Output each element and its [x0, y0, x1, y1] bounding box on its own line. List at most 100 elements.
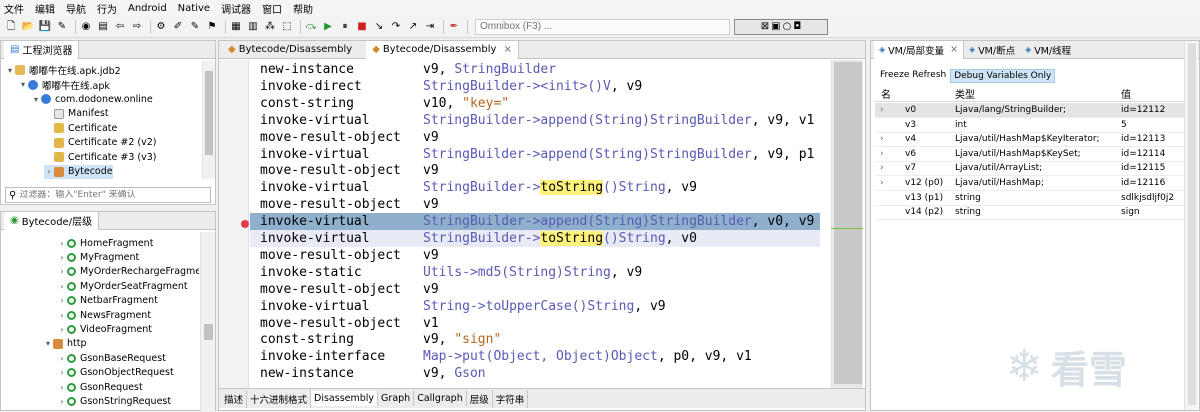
code-line[interactable]: invoke-static Utils->md5(String)String, v…	[250, 264, 820, 281]
variable-value[interactable]: 5	[1121, 118, 1183, 133]
col-name[interactable]: 名	[881, 88, 891, 103]
project-tree[interactable]: ▾ 嘟嘟牛在线.apk.jdb2 ▾ 嘟嘟牛在线.apk ▾ com.dodonew.on…	[1, 61, 201, 179]
chevron-right-icon[interactable]: ›	[57, 368, 67, 377]
code-line[interactable]: move-result-object v1	[250, 315, 820, 332]
menu-6[interactable]: 调试器	[221, 1, 251, 16]
tab-project-explorer[interactable]: ▤ 工程浏览器	[4, 40, 80, 59]
expand-chevron-icon[interactable]: ›	[880, 161, 884, 176]
bottom-tab-5[interactable]: 层级	[467, 389, 493, 408]
type-reference[interactable]: StringBuilder->append(String)StringBuild…	[423, 214, 752, 229]
code-line[interactable]: invoke-virtual StringBuilder->append(Stri…	[250, 146, 820, 163]
vm-scrollbar[interactable]	[1184, 41, 1198, 410]
comment-icon[interactable]: ✎	[188, 20, 202, 34]
col-type[interactable]: 类型	[955, 88, 975, 103]
project-tree-item[interactable]: Manifest	[44, 107, 109, 121]
project-tree-scrollbar[interactable]	[202, 61, 215, 179]
hierarchy-tree-item[interactable]: › GsonObjectRequest	[57, 366, 173, 380]
menu-3[interactable]: 行为	[97, 1, 117, 16]
globe-icon[interactable]: ◉	[79, 20, 93, 34]
bottom-tab-callgraph[interactable]: Callgraph	[414, 391, 467, 406]
variable-value[interactable]: id=12116	[1121, 176, 1183, 191]
type-reference[interactable]: ()String	[603, 231, 666, 246]
chevron-right-icon[interactable]: ›	[57, 397, 67, 406]
open-file-icon[interactable]: 📂	[21, 20, 35, 34]
scrollbar-thumb[interactable]	[1188, 43, 1196, 405]
expand-chevron-icon[interactable]: ›	[880, 147, 884, 162]
step-into-icon[interactable]: ↘	[372, 20, 386, 34]
vm-variable-row[interactable]: › v12 (p0) Ljava/util/HashMap; id=12116	[875, 176, 1195, 191]
vm-table-body[interactable]: › v0 Ljava/lang/StringBuilder; id=12112 v3 in…	[875, 103, 1195, 363]
code-line[interactable]: move-result-object v9	[250, 281, 820, 298]
variable-value[interactable]: id=12115	[1121, 161, 1183, 176]
step-over-icon[interactable]: ↷	[389, 20, 403, 34]
filter-box[interactable]: ⚲	[5, 187, 211, 203]
type-reference[interactable]: Map->put(Object, Object)Object	[423, 349, 658, 364]
code-line[interactable]: invoke-virtual StringBuilder->toString()S…	[250, 230, 820, 247]
variable-value[interactable]: id=12113	[1121, 132, 1183, 147]
circle-icon[interactable]: ○	[783, 21, 792, 32]
tab-vm-1[interactable]: ◈ VM/断点	[964, 41, 1020, 59]
menu-1[interactable]: 编辑	[35, 1, 55, 16]
menu-native[interactable]: Native	[178, 3, 210, 14]
expand-chevron-icon[interactable]: ›	[880, 132, 884, 147]
project-tree-item[interactable]: ▾ 嘟嘟牛在线.apk	[18, 78, 110, 92]
hierarchy-tree-item[interactable]: › MyFragment	[57, 250, 139, 264]
stop-icon[interactable]: ■	[355, 20, 369, 34]
project-tree-item[interactable]: ▾ com.dodonew.online	[31, 92, 153, 106]
menu-7[interactable]: 窗口	[262, 1, 282, 16]
project-tree-item[interactable]: ▾ 嘟嘟牛在线.apk.jdb2	[5, 63, 121, 77]
chevron-right-icon[interactable]: ›	[57, 282, 67, 291]
code-line[interactable]: move-result-object v9	[250, 247, 820, 264]
type-reference[interactable]: String->toUpperCase()String	[423, 299, 634, 314]
scrollbar-thumb[interactable]	[205, 71, 213, 155]
type-reference[interactable]: StringBuilder->	[423, 231, 540, 246]
filter-input[interactable]	[19, 190, 200, 200]
code-line[interactable]: move-result-object v9	[250, 196, 820, 213]
chevron-right-icon[interactable]: ›	[57, 239, 67, 248]
code-line[interactable]: new-instance v9, Gson	[250, 365, 820, 382]
scrollbar-thumb[interactable]	[204, 324, 213, 340]
chevron-right-icon[interactable]: ›	[57, 253, 67, 262]
bottom-tab-disassembly[interactable]: Disassembly	[311, 391, 379, 406]
menu-8[interactable]: 帮助	[293, 1, 313, 16]
hierarchy-tree-item[interactable]: › GsonStringRequest	[57, 394, 171, 408]
vm-variable-row[interactable]: v14 (p2) string sign	[875, 205, 1195, 221]
code-line[interactable]: invoke-virtual StringBuilder->append(Stri…	[250, 112, 820, 129]
code-line[interactable]: invoke-interface Map->put(Object, Object)…	[250, 348, 820, 365]
decompile-icon[interactable]: ⚑	[205, 20, 219, 34]
graph-icon[interactable]: ⬚	[280, 20, 294, 34]
new-file-icon[interactable]: 🗋	[4, 20, 18, 34]
project-tree-item[interactable]: Certificate	[44, 121, 117, 135]
bottom-tab-6[interactable]: 字符串	[493, 389, 529, 408]
variable-value[interactable]: id=12112	[1121, 103, 1183, 118]
chevron-down-icon[interactable]: ▾	[18, 80, 28, 89]
chevron-right-icon[interactable]: ›	[57, 354, 67, 363]
menu-2[interactable]: 导航	[66, 1, 86, 16]
hierarchy-tree-item[interactable]: › GsonBaseRequest	[57, 351, 165, 365]
step-out-icon[interactable]: ↗	[406, 20, 420, 34]
type-reference[interactable]: ()String	[603, 180, 666, 195]
chevron-right-icon[interactable]: ›	[57, 383, 67, 392]
chevron-right-icon[interactable]: ›	[57, 325, 67, 334]
rename-icon[interactable]: ✐	[171, 20, 185, 34]
type-reference[interactable]: StringBuilder->append(String)StringBuild…	[423, 113, 752, 128]
code-line[interactable]: new-instance v9, StringBuilder	[250, 61, 820, 78]
code-line[interactable]: invoke-virtual StringBuilder->append(Stri…	[250, 213, 820, 231]
omnibox-input[interactable]	[475, 18, 730, 35]
tab-disassembly[interactable]: ◆ Bytecode/Disassembly ×	[366, 40, 519, 59]
chevron-right-icon[interactable]: ›	[57, 296, 67, 305]
code-line[interactable]: invoke-virtual StringBuilder->toString()S…	[250, 179, 820, 196]
chevron-right-icon[interactable]: ›	[44, 167, 54, 176]
code-area[interactable]: new-instance v9, StringBuilder invoke-dire…	[250, 60, 830, 388]
mini-toolbox[interactable]: ⊠ ▣ ○ ◘	[734, 18, 828, 35]
project-tree-item[interactable]: › Bytecode	[44, 164, 113, 179]
menu-0[interactable]: 文件	[4, 1, 24, 16]
tab-disassembly[interactable]: ◆ Bytecode/Disassembly	[222, 41, 358, 59]
scrollbar-thumb[interactable]	[834, 62, 862, 384]
close-icon[interactable]: ×	[950, 44, 958, 55]
freeze-refresh-button[interactable]: Freeze Refresh	[877, 69, 949, 83]
grid-icon[interactable]: ▦	[229, 20, 243, 34]
type-reference[interactable]: Utils->md5(String)String	[423, 265, 611, 280]
vm-variable-row[interactable]: › v7 Ljava/util/ArrayList; id=12115	[875, 161, 1195, 177]
vm-variable-row[interactable]: › v6 Ljava/util/HashMap$KeySet; id=12114	[875, 147, 1195, 162]
